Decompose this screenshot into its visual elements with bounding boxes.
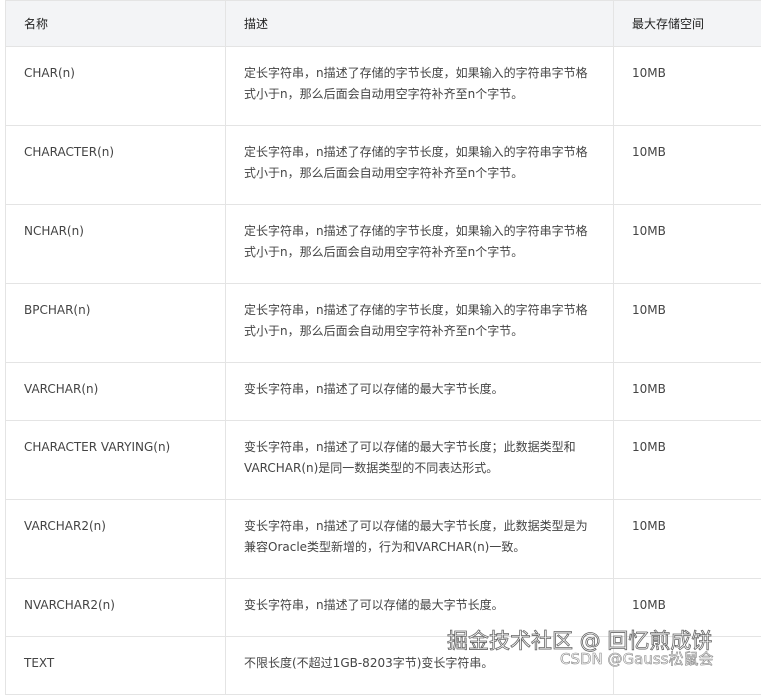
table-row: VARCHAR2(n)变长字符串，n描述了可以存储的最大字节长度，此数据类型是为…	[6, 500, 761, 579]
max-storage-cell: 10MB	[614, 126, 761, 205]
table-row: NCHAR(n)定长字符串，n描述了存储的字节长度，如果输入的字符串字节格式小于…	[6, 205, 761, 284]
max-storage-cell: 10MB	[614, 284, 761, 363]
type-name-cell: BPCHAR(n)	[6, 284, 226, 363]
max-storage-cell: 10MB	[614, 47, 761, 126]
table-header-row: 名称 描述 最大存储空间	[6, 1, 761, 47]
type-name-cell: CHARACTER VARYING(n)	[6, 421, 226, 500]
header-max-storage: 最大存储空间	[614, 1, 761, 47]
max-storage-cell: 10MB	[614, 421, 761, 500]
table-row: VARCHAR(n)变长字符串，n描述了可以存储的最大字节长度。10MB	[6, 363, 761, 421]
description-cell: 定长字符串，n描述了存储的字节长度，如果输入的字符串字节格式小于n，那么后面会自…	[226, 126, 614, 205]
header-name: 名称	[6, 1, 226, 47]
type-name-cell: VARCHAR(n)	[6, 363, 226, 421]
type-name-cell: CHARACTER(n)	[6, 126, 226, 205]
type-name-cell: CHAR(n)	[6, 47, 226, 126]
table-row: CHARACTER VARYING(n)变长字符串，n描述了可以存储的最大字节长…	[6, 421, 761, 500]
type-name-cell: TEXT	[6, 637, 226, 695]
type-name-cell: NVARCHAR2(n)	[6, 579, 226, 637]
description-cell: 定长字符串，n描述了存储的字节长度，如果输入的字符串字节格式小于n，那么后面会自…	[226, 284, 614, 363]
max-storage-cell: 10MB	[614, 363, 761, 421]
type-name-cell: VARCHAR2(n)	[6, 500, 226, 579]
description-cell: 变长字符串，n描述了可以存储的最大字节长度。	[226, 363, 614, 421]
description-cell: 变长字符串，n描述了可以存储的最大字节长度；此数据类型和VARCHAR(n)是同…	[226, 421, 614, 500]
max-storage-cell: 10MB	[614, 500, 761, 579]
description-cell: 变长字符串，n描述了可以存储的最大字节长度，此数据类型是为兼容Oracle类型新…	[226, 500, 614, 579]
table-row: CHARACTER(n)定长字符串，n描述了存储的字节长度，如果输入的字符串字节…	[6, 126, 761, 205]
type-name-cell: NCHAR(n)	[6, 205, 226, 284]
description-cell: 定长字符串，n描述了存储的字节长度，如果输入的字符串字节格式小于n，那么后面会自…	[226, 205, 614, 284]
description-cell: 定长字符串，n描述了存储的字节长度，如果输入的字符串字节格式小于n，那么后面会自…	[226, 47, 614, 126]
header-description: 描述	[226, 1, 614, 47]
watermark-csdn: CSDN @Gauss松鼠会	[560, 648, 714, 669]
table-row: CHAR(n)定长字符串，n描述了存储的字节长度，如果输入的字符串字节格式小于n…	[6, 47, 761, 126]
data-types-table: 名称 描述 最大存储空间 CHAR(n)定长字符串，n描述了存储的字节长度，如果…	[5, 0, 761, 695]
max-storage-cell: 10MB	[614, 205, 761, 284]
table-row: BPCHAR(n)定长字符串，n描述了存储的字节长度，如果输入的字符串字节格式小…	[6, 284, 761, 363]
